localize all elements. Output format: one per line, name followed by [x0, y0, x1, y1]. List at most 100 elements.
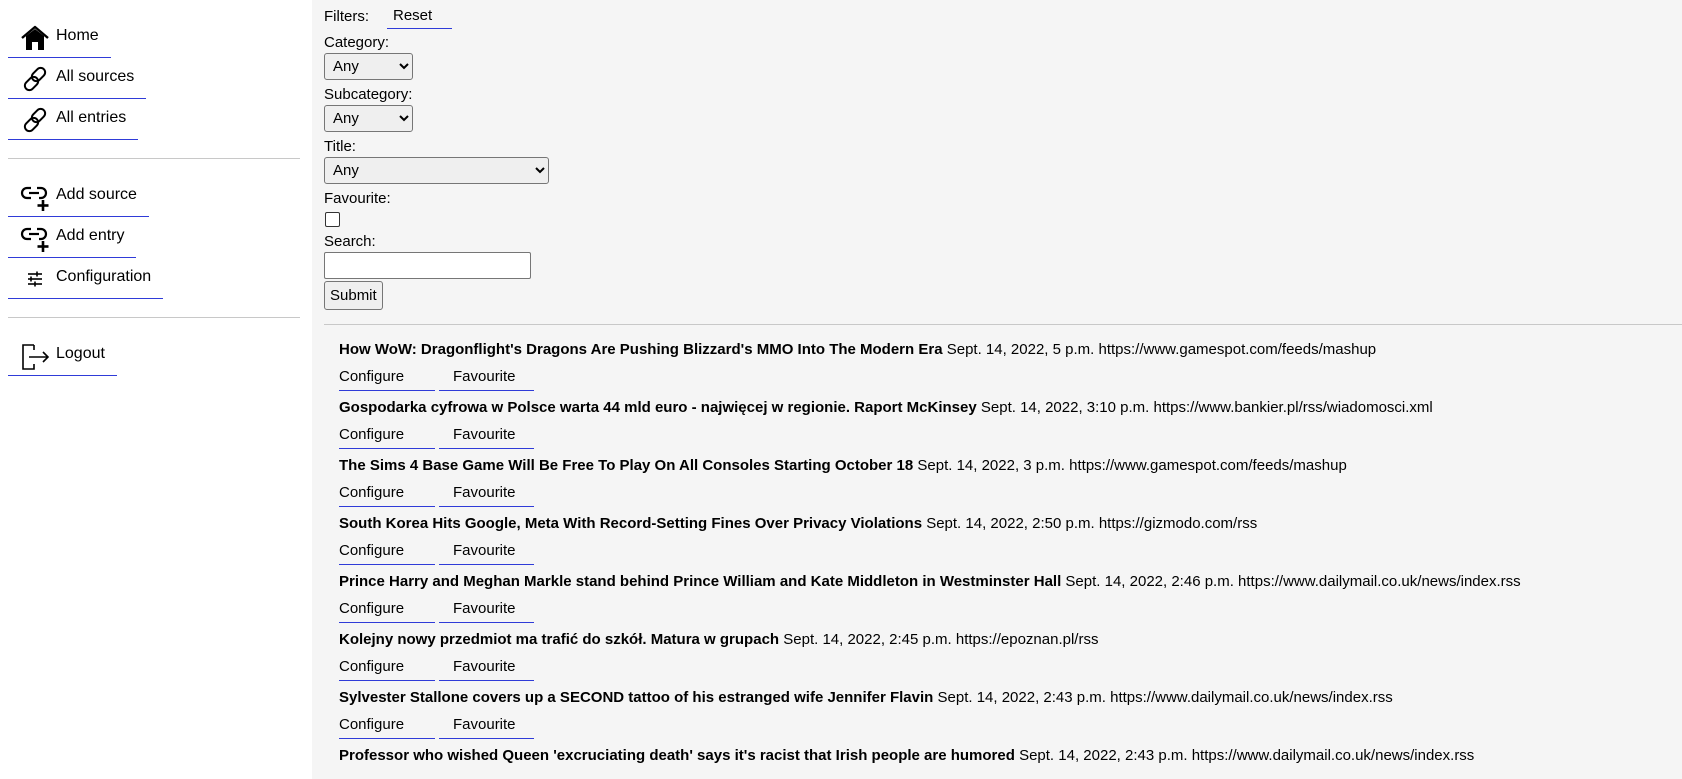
subcategory-field: Subcategory: Any	[324, 86, 1682, 132]
configure-button[interactable]: Configure	[339, 713, 435, 739]
configure-button[interactable]: Configure	[339, 655, 435, 681]
search-input[interactable]	[324, 252, 531, 279]
sidebar-item-configuration[interactable]: Configuration	[8, 259, 164, 299]
entry-date: Sept. 14, 2022, 2:46 p.m.	[1065, 573, 1234, 590]
entry-item: Prince Harry and Meghan Markle stand beh…	[339, 571, 1682, 629]
entry-item: Gospodarka cyfrowa w Polsce warta 44 mld…	[339, 397, 1682, 455]
entry-item: Kolejny nowy przedmiot ma trafić do szkó…	[339, 629, 1682, 687]
entry-actions: Configure Favourite	[339, 713, 1682, 743]
entry-actions: Configure Favourite	[339, 655, 1682, 685]
entry-source-url: https://www.dailymail.co.uk/news/index.r…	[1110, 689, 1393, 706]
category-field: Category: Any	[324, 34, 1682, 80]
entry-title-link[interactable]: Professor who wished Queen 'excruciating…	[339, 747, 1015, 764]
title-field: Title: Any	[324, 138, 1682, 184]
entry-source-url: https://gizmodo.com/rss	[1098, 515, 1258, 532]
entry-actions: Configure Favourite	[339, 365, 1682, 395]
sidebar-item-label: Add source	[56, 185, 137, 203]
sidebar-item-label: Logout	[56, 344, 105, 362]
sidebar-item-home[interactable]: Home	[8, 18, 111, 58]
link-add-icon	[18, 221, 52, 255]
filters-label: Filters:	[324, 8, 369, 25]
favourite-checkbox[interactable]	[325, 212, 340, 227]
entry-date: Sept. 14, 2022, 2:45 p.m.	[783, 631, 952, 648]
category-label: Category:	[324, 34, 390, 51]
entry-title-link[interactable]: Kolejny nowy przedmiot ma trafić do szkó…	[339, 631, 779, 648]
reset-button[interactable]: Reset	[387, 6, 453, 29]
entry-actions: Configure Favourite	[339, 597, 1682, 627]
link-icon	[18, 103, 52, 137]
favourite-field: Favourite:	[324, 190, 1682, 227]
entry-title-link[interactable]: Prince Harry and Meghan Markle stand beh…	[339, 573, 1061, 590]
entry-actions: Configure Favourite	[339, 481, 1682, 511]
sliders-icon	[18, 262, 52, 296]
sidebar-item-logout[interactable]: Logout	[8, 336, 117, 376]
entry-line: Prince Harry and Meghan Markle stand beh…	[339, 571, 1682, 597]
sidebar-item-all-sources[interactable]: All sources	[8, 59, 147, 99]
entry-source-url: https://epoznan.pl/rss	[955, 631, 1099, 648]
entry-title-link[interactable]: South Korea Hits Google, Meta With Recor…	[339, 515, 922, 532]
app-layout: Home All sources All entries Add source …	[0, 0, 1682, 779]
entry-date: Sept. 14, 2022, 2:43 p.m.	[1019, 747, 1188, 764]
favourite-button[interactable]: Favourite	[439, 481, 534, 507]
configure-button[interactable]: Configure	[339, 481, 435, 507]
entry-line: Gospodarka cyfrowa w Polsce warta 44 mld…	[339, 397, 1682, 423]
sidebar-item-label: Add entry	[56, 226, 125, 244]
sidebar-divider	[8, 158, 300, 159]
subcategory-label: Subcategory:	[324, 86, 413, 103]
entry-item: Sylvester Stallone covers up a SECOND ta…	[339, 687, 1682, 745]
search-label: Search:	[324, 233, 376, 250]
favourite-button[interactable]: Favourite	[439, 597, 534, 623]
sidebar-item-add-source[interactable]: Add source	[8, 177, 149, 217]
sidebar-item-label: Configuration	[56, 267, 152, 285]
entry-date: Sept. 14, 2022, 5 p.m.	[946, 341, 1095, 358]
sidebar-item-all-entries[interactable]: All entries	[8, 100, 139, 140]
sidebar-main-nav: Home All sources All entries	[0, 0, 312, 140]
title-label: Title:	[324, 138, 356, 155]
entry-actions: Configure Favourite	[339, 539, 1682, 569]
category-select[interactable]: Any	[324, 53, 413, 80]
search-field: Search:	[324, 233, 1682, 279]
favourite-button[interactable]: Favourite	[439, 713, 534, 739]
sidebar-item-label: All entries	[56, 108, 127, 126]
subcategory-select[interactable]: Any	[324, 105, 413, 132]
main-content: Filters: Reset Category: Any Subcategory…	[312, 0, 1682, 779]
entry-item: South Korea Hits Google, Meta With Recor…	[339, 513, 1682, 571]
entry-item: Professor who wished Queen 'excruciating…	[339, 745, 1682, 779]
link-add-icon	[18, 180, 52, 214]
entry-date: Sept. 14, 2022, 2:43 p.m.	[937, 689, 1106, 706]
sidebar-item-add-entry[interactable]: Add entry	[8, 218, 137, 258]
entry-title-link[interactable]: How WoW: Dragonflight's Dragons Are Push…	[339, 341, 943, 358]
configure-button[interactable]: Configure	[339, 423, 435, 449]
entry-line: Sylvester Stallone covers up a SECOND ta…	[339, 687, 1682, 713]
favourite-label: Favourite:	[324, 190, 391, 207]
entry-line: How WoW: Dragonflight's Dragons Are Push…	[339, 339, 1682, 365]
entry-date: Sept. 14, 2022, 2:50 p.m.	[926, 515, 1095, 532]
entry-title-link[interactable]: The Sims 4 Base Game Will Be Free To Pla…	[339, 457, 913, 474]
entry-source-url: https://www.gamespot.com/feeds/mashup	[1069, 457, 1347, 474]
entry-source-url: https://www.dailymail.co.uk/news/index.r…	[1191, 747, 1475, 764]
favourite-button[interactable]: Favourite	[439, 539, 534, 565]
configure-button[interactable]: Configure	[339, 365, 435, 391]
sidebar-account-nav: Logout	[0, 336, 312, 376]
entry-title-link[interactable]: Gospodarka cyfrowa w Polsce warta 44 mld…	[339, 399, 977, 416]
filters-form: Filters: Reset Category: Any Subcategory…	[312, 0, 1682, 310]
entry-title-link[interactable]: Sylvester Stallone covers up a SECOND ta…	[339, 689, 933, 706]
configure-button[interactable]: Configure	[339, 539, 435, 565]
favourite-button[interactable]: Favourite	[439, 655, 534, 681]
filters-header: Filters: Reset	[324, 6, 1682, 29]
entry-line: South Korea Hits Google, Meta With Recor…	[339, 513, 1682, 539]
entry-source-url: https://www.bankier.pl/rss/wiadomosci.xm…	[1153, 399, 1433, 416]
logout-icon	[18, 339, 52, 373]
entry-line: Kolejny nowy przedmiot ma trafić do szkó…	[339, 629, 1682, 655]
title-select[interactable]: Any	[324, 157, 549, 184]
entry-date: Sept. 14, 2022, 3:10 p.m.	[980, 399, 1150, 416]
sidebar: Home All sources All entries Add source …	[0, 0, 312, 779]
favourite-button[interactable]: Favourite	[439, 423, 534, 449]
submit-row: Submit	[324, 279, 1682, 310]
entry-source-url: https://www.gamespot.com/feeds/mashup	[1098, 341, 1377, 358]
entry-line: Professor who wished Queen 'excruciating…	[339, 745, 1682, 771]
configure-button[interactable]: Configure	[339, 597, 435, 623]
submit-button[interactable]: Submit	[324, 281, 383, 310]
entry-line: The Sims 4 Base Game Will Be Free To Pla…	[339, 455, 1682, 481]
favourite-button[interactable]: Favourite	[439, 365, 534, 391]
